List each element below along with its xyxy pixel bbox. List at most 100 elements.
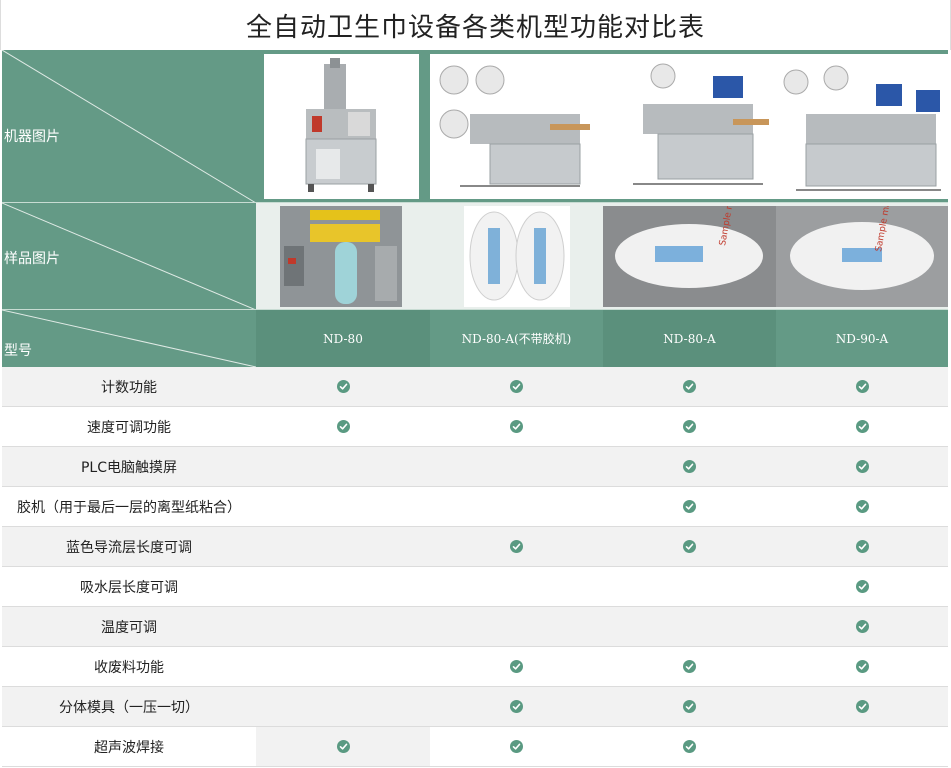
feature-cell-model-1 (256, 487, 430, 527)
check-circle-icon (855, 380, 869, 393)
feature-cell-model-4 (776, 527, 948, 567)
check-circle-icon (683, 740, 696, 753)
feature-cell-model-1 (256, 647, 430, 687)
feature-cell-model-1 (256, 687, 430, 727)
feature-cell-model-4 (776, 407, 948, 447)
feature-cell-model-2 (430, 527, 603, 567)
machine-image-cell-4 (776, 50, 948, 203)
feature-cell-model-4 (776, 487, 948, 527)
check-circle-icon (683, 660, 696, 673)
diagonal-line (2, 310, 256, 367)
check-circle-icon (855, 460, 869, 473)
feature-cell-model-3 (603, 407, 776, 447)
machine-image-cell-3 (603, 50, 776, 203)
feature-cell-model-3 (603, 647, 776, 687)
feature-cell-model-3 (603, 567, 776, 607)
check-circle-icon (683, 460, 696, 473)
feature-cell-model-2 (430, 447, 603, 487)
comparison-page: 全自动卫生巾设备各类机型功能对比表 机器图片 样品图片 型号 ND-80 ND-… (0, 0, 951, 768)
feature-cell-model-1 (256, 607, 430, 647)
header-sample-label-cell: 样品图片 (2, 203, 256, 310)
sample-image-1 (280, 206, 402, 307)
sample-image-cell-3: Sample made by ND80A (603, 203, 776, 310)
feature-cell-model-4 (776, 447, 948, 487)
check-circle-icon (510, 420, 523, 433)
feature-label: 超声波焊接 (2, 727, 256, 767)
feature-cell-model-3 (603, 607, 776, 647)
comparison-table: 机器图片 样品图片 型号 ND-80 ND-80-A(不带胶机) ND-80-A… (2, 50, 948, 767)
feature-cell-model-3 (603, 687, 776, 727)
page-title: 全自动卫生巾设备各类机型功能对比表 (0, 0, 951, 50)
check-circle-icon (336, 380, 350, 393)
feature-cell-model-4 (776, 727, 948, 767)
feature-cell-model-3 (603, 367, 776, 407)
check-circle-icon (855, 700, 869, 713)
check-circle-icon (336, 740, 350, 753)
feature-label: 速度可调功能 (2, 407, 256, 447)
machine-label: 机器图片 (4, 129, 60, 145)
feature-cell-model-4 (776, 647, 948, 687)
feature-cell-model-2 (430, 487, 603, 527)
check-circle-icon (510, 380, 523, 393)
feature-cell-model-2 (430, 407, 603, 447)
feature-cell-model-2 (430, 367, 603, 407)
feature-cell-model-2 (430, 687, 603, 727)
feature-cell-model-3 (603, 487, 776, 527)
check-circle-icon (683, 540, 696, 553)
sample-label: 样品图片 (4, 251, 60, 267)
model-name-1: ND-80 (256, 310, 430, 367)
feature-cell-model-4 (776, 567, 948, 607)
feature-cell-model-2 (430, 647, 603, 687)
feature-cell-model-1 (256, 447, 430, 487)
feature-cell-model-1 (256, 567, 430, 607)
feature-cell-model-1 (256, 727, 430, 767)
machine-image-1 (264, 54, 419, 199)
sample-image-cell-2 (430, 203, 603, 310)
machine-image-cell-2 (430, 50, 604, 203)
model-name-2: ND-80-A(不带胶机) (430, 310, 603, 367)
check-circle-icon (510, 660, 523, 673)
model-label: 型号 (4, 343, 32, 359)
sample-image-2 (464, 206, 570, 307)
check-circle-icon (683, 500, 696, 513)
machine-image-cell-1 (256, 50, 430, 203)
feature-cell-model-2 (430, 567, 603, 607)
model-name-4: ND-90-A (776, 310, 948, 367)
feature-label: 分体模具（一压一切） (2, 687, 256, 727)
sample-image-cell-4: Sample made by ND90A (776, 203, 948, 310)
machine-image-2 (430, 54, 604, 199)
check-circle-icon (510, 540, 523, 553)
header-machine-label-cell: 机器图片 (2, 50, 256, 203)
check-circle-icon (683, 380, 696, 393)
sample-image-cell-1 (256, 203, 430, 310)
check-circle-icon (683, 420, 696, 433)
feature-cell-model-4 (776, 687, 948, 727)
feature-cell-model-3 (603, 727, 776, 767)
header-model-label-cell: 型号 (2, 310, 256, 367)
feature-label: 蓝色导流层长度可调 (2, 527, 256, 567)
check-circle-icon (510, 740, 523, 753)
feature-cell-model-1 (256, 527, 430, 567)
check-circle-icon (855, 500, 869, 513)
feature-cell-model-1 (256, 367, 430, 407)
sample-image-3: Sample made by ND80A (603, 206, 776, 307)
feature-cell-model-1 (256, 407, 430, 447)
check-circle-icon (510, 700, 523, 713)
feature-cell-model-2 (430, 607, 603, 647)
check-circle-icon (855, 620, 869, 633)
check-circle-icon (855, 540, 869, 553)
feature-cell-model-4 (776, 607, 948, 647)
check-circle-icon (855, 580, 869, 593)
feature-cell-model-3 (603, 447, 776, 487)
check-circle-icon (855, 420, 869, 433)
feature-label: 吸水层长度可调 (2, 567, 256, 607)
feature-label: 温度可调 (2, 607, 256, 647)
machine-image-4 (776, 54, 948, 199)
feature-label: PLC电脑触摸屏 (2, 447, 256, 487)
feature-cell-model-2 (430, 727, 603, 767)
check-circle-icon (855, 660, 869, 673)
feature-label: 胶机（用于最后一层的离型纸粘合） (2, 487, 256, 527)
check-circle-icon (336, 420, 350, 433)
check-circle-icon (683, 700, 696, 713)
feature-label: 计数功能 (2, 367, 256, 407)
